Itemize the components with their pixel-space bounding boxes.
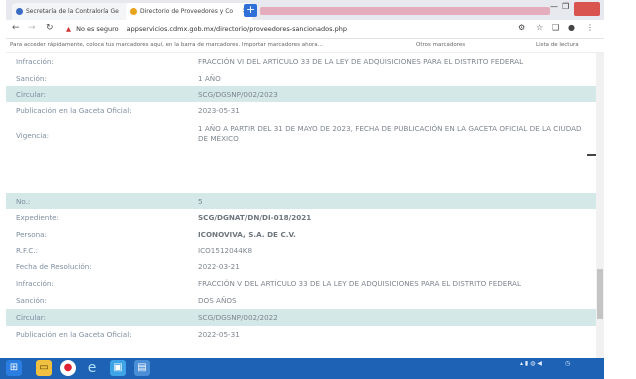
table-row: Infracción: FRACCIÓN V DEL ARTÍCULO 33 D… — [6, 275, 596, 292]
start-icon[interactable]: ⊞ — [6, 360, 22, 376]
field-value: 2022-03-21 — [198, 262, 240, 271]
restore-icon[interactable]: ❐ — [562, 2, 569, 11]
tab-strip: Secretaría de la Contraloría Ge ✕ Direct… — [6, 0, 604, 20]
field-value: 1 AÑO A PARTIR DEL 31 DE MAYO DE 2023, F… — [198, 124, 582, 143]
menu-icon[interactable]: ⋮ — [586, 23, 594, 32]
minimize-dash-icon — [587, 154, 596, 156]
field-value: SCG/DGSNP/002/2022 — [198, 313, 278, 322]
site-favicon-icon — [130, 8, 137, 15]
site-favicon-icon — [16, 8, 23, 15]
minimize-icon[interactable]: — — [550, 2, 558, 11]
back-arrow-icon[interactable]: ← — [12, 23, 20, 33]
field-label: Sanción: — [16, 296, 47, 305]
reload-icon[interactable]: ↻ — [46, 23, 54, 33]
table-row: Expediente: SCG/DGNAT/DN/DI-018/2021 — [6, 209, 596, 226]
table-row: Circular: SCG/DGSNP/002/2023 — [6, 86, 596, 102]
scrollbar-thumb[interactable] — [597, 269, 603, 319]
field-value: 5 — [198, 197, 203, 206]
table-row: Persona: ICONOVIVA, S.A. DE C.V. — [6, 226, 596, 242]
field-value: 1 AÑO — [198, 74, 221, 83]
field-label: Circular: — [16, 313, 46, 322]
app-icon[interactable]: ▤ — [134, 360, 150, 376]
reading-list[interactable]: Lista de lectura — [536, 39, 579, 52]
table-row: Publicación en la Gaceta Oficial: 2022-0… — [6, 326, 596, 343]
field-value: ICONOVIVA, S.A. DE C.V. — [198, 230, 296, 239]
field-value: ICO1512044K8 — [198, 246, 253, 255]
field-label: Sanción: — [16, 74, 47, 83]
tab-search-icon[interactable]: ❑ — [552, 23, 559, 32]
field-label: Expediente: — [16, 213, 59, 222]
other-bookmarks[interactable]: Otros marcadores — [416, 39, 465, 52]
field-label: Persona: — [16, 230, 47, 239]
tab-label: Directorio de Proveedores y Co — [140, 8, 234, 15]
url-field[interactable]: ▲ No es seguro appservicios.cdmx.gob.mx/… — [66, 23, 496, 35]
field-value: FRACCIÓN V DEL ARTÍCULO 33 DE LA LEY DE … — [198, 279, 521, 288]
field-label: No.: — [16, 197, 31, 206]
field-value: DOS AÑOS — [198, 296, 237, 305]
field-value: SCG/DGNAT/DN/DI-018/2021 — [198, 213, 312, 222]
field-label: Vigencia: — [16, 131, 50, 140]
tab-label: Secretaría de la Contraloría Ge — [26, 8, 119, 15]
field-label: Publicación en la Gaceta Oficial: — [16, 330, 132, 339]
new-tab-button[interactable]: + — [244, 4, 257, 17]
chrome-icon[interactable]: ● — [60, 360, 76, 376]
profile-icon[interactable]: ● — [568, 23, 575, 32]
field-value: 2022-05-31 — [198, 330, 240, 339]
close-window-button[interactable] — [574, 2, 600, 16]
star-icon[interactable]: ☆ — [536, 23, 543, 32]
table-row: R.F.C.: ICO1512044K8 — [6, 242, 596, 258]
table-row: Publicación en la Gaceta Oficial: 2023-0… — [6, 102, 596, 119]
field-label: R.F.C.: — [16, 246, 39, 255]
field-value: 2023-05-31 — [198, 106, 240, 115]
edge-icon[interactable]: e — [84, 360, 100, 376]
table-row: Sanción: DOS AÑOS — [6, 292, 596, 309]
warning-icon: ▲ — [66, 25, 71, 33]
field-value: FRACCIÓN VI DEL ARTÍCULO 33 DE LA LEY DE… — [198, 57, 524, 66]
field-label: Infracción: — [16, 57, 54, 66]
forward-arrow-icon[interactable]: → — [28, 23, 36, 33]
security-label: No es seguro — [76, 25, 119, 33]
taskbar: ⊞ ▭ ● e ▣ ▤ ▴ ▮ ◍ ◀ ◷ — [0, 358, 604, 379]
table-row: Circular: SCG/DGSNP/002/2022 — [6, 309, 596, 326]
clock-icon[interactable]: ◷ — [565, 360, 570, 367]
bookmarks-bar: Para acceder rápidamente, coloca tus mar… — [6, 39, 604, 53]
tray-icons[interactable]: ▴ ▮ ◍ ◀ — [520, 360, 542, 367]
table-row: Sanción: 1 AÑO — [6, 70, 596, 86]
table-row: Vigencia: 1 AÑO A PARTIR DEL 31 DE MAYO … — [6, 119, 596, 153]
field-label: Publicación en la Gaceta Oficial: — [16, 106, 132, 115]
field-label: Circular: — [16, 90, 46, 99]
field-label: Infracción: — [16, 279, 54, 288]
extension-icon[interactable]: ⚙ — [518, 23, 525, 32]
table-row: Fecha de Resolución: 2022-03-21 — [6, 258, 596, 275]
field-value: SCG/DGSNP/002/2023 — [198, 90, 278, 99]
table-row: No.: 5 — [6, 193, 596, 209]
url-text: appservicios.cdmx.gob.mx/directorio/prov… — [126, 25, 347, 33]
bookmarks-hint[interactable]: Para acceder rápidamente, coloca tus mar… — [10, 39, 323, 52]
field-label: Fecha de Resolución: — [16, 262, 92, 271]
address-bar: ← → ↻ ▲ No es seguro appservicios.cdmx.g… — [6, 20, 604, 39]
sanctions-table: Infracción: FRACCIÓN VI DEL ARTÍCULO 33 … — [6, 53, 596, 358]
browser-window: Secretaría de la Contraloría Ge ✕ Direct… — [6, 0, 604, 358]
app-icon[interactable]: ▣ — [110, 360, 126, 376]
file-explorer-icon[interactable]: ▭ — [36, 360, 52, 376]
title-bar-highlight — [260, 7, 550, 15]
vertical-scrollbar[interactable] — [596, 53, 604, 358]
table-row: Infracción: FRACCIÓN VI DEL ARTÍCULO 33 … — [6, 53, 596, 70]
tab-directorio[interactable]: Directorio de Proveedores y Co ✕ — [126, 3, 252, 20]
tab-contraloria[interactable]: Secretaría de la Contraloría Ge ✕ — [12, 3, 136, 20]
